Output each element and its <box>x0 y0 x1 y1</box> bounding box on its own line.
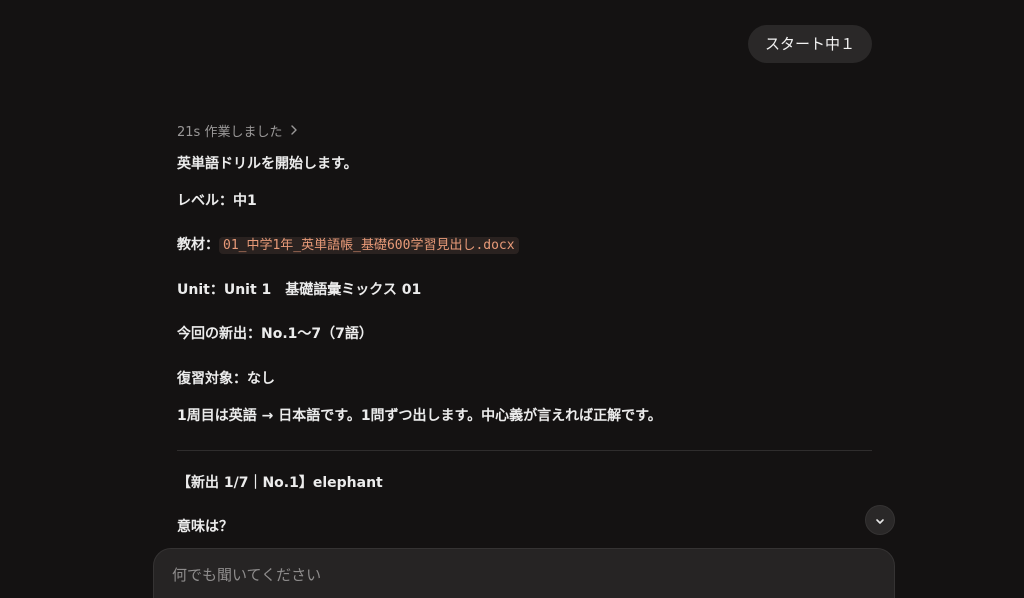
message-composer <box>153 548 895 598</box>
review-text: 復習対象：なし <box>177 371 275 387</box>
assistant-message: 21s 作業しました 英単語ドリルを開始します。 レベル：中1 教材： 01_中学… <box>177 120 872 535</box>
chevron-down-icon <box>875 511 885 530</box>
material-line: 教材： 01_中学1年_英単語帳_基礎600学習見出し.docx <box>177 235 519 256</box>
message-input[interactable] <box>172 563 852 587</box>
question-prompt: 意味は？ <box>177 519 233 535</box>
thought-summary-toggle[interactable]: 21s 作業しました <box>177 120 872 140</box>
new-items-text: 今回の新出：No.1〜7（7語） <box>177 326 373 342</box>
chat-page: スタート中１ 21s 作業しました 英単語ドリルを開始します。 レベル：中1 教… <box>0 0 1024 598</box>
unit-text: Unit：Unit 1 基礎語彙ミックス 01 <box>177 282 422 298</box>
user-message-bubble: スタート中１ <box>747 25 872 63</box>
material-prefix: 教材： <box>177 237 219 253</box>
material-filename: 01_中学1年_英単語帳_基礎600学習見出し.docx <box>219 237 519 254</box>
level-text: レベル：中1 <box>177 193 257 209</box>
scroll-to-bottom-button[interactable] <box>865 505 895 535</box>
intro-text: 英単語ドリルを開始します。 <box>177 156 358 172</box>
divider <box>177 450 872 451</box>
chevron-right-icon <box>290 125 298 135</box>
question-header: 【新出 1/7｜No.1】elephant <box>177 475 383 491</box>
instructions-text: 1周目は英語 → 日本語です。1問ずつ出します。中心義が言えれば正解です。 <box>177 408 662 424</box>
thought-summary-label: 21s 作業しました <box>177 124 283 140</box>
